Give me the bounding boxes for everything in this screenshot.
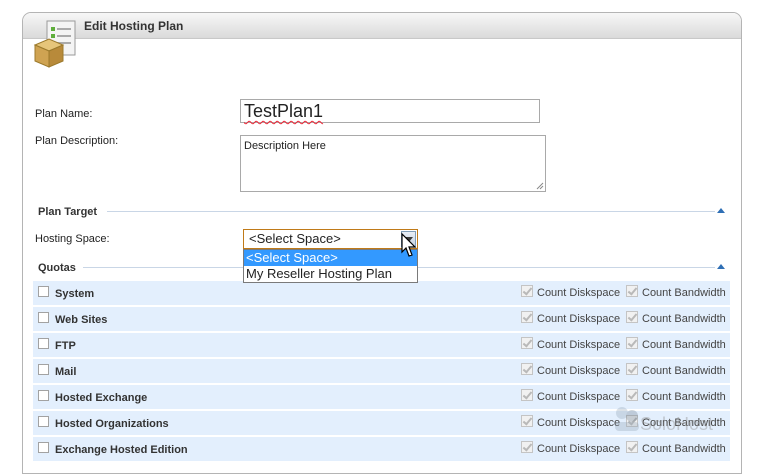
count-diskspace-label: Count Diskspace: [537, 287, 621, 299]
collapse-arrow-icon[interactable]: [717, 208, 725, 213]
count-bandwidth-checkbox: [626, 441, 638, 453]
count-bandwidth-label: Count Bandwidth: [642, 313, 726, 325]
quota-checkbox[interactable]: [38, 442, 49, 453]
plan-description-value: Description Here: [244, 140, 326, 152]
count-diskspace-label: Count Diskspace: [537, 417, 621, 429]
plan-name-input[interactable]: TestPlan1: [240, 99, 540, 123]
count-bandwidth-checkbox: [626, 337, 638, 349]
count-bandwidth-checkbox: [626, 311, 638, 323]
count-diskspace-checkbox: [521, 285, 533, 297]
count-diskspace-label: Count Diskspace: [537, 313, 621, 325]
count-diskspace-checkbox: [521, 441, 533, 453]
hosting-space-selected: <Select Space>: [249, 231, 341, 246]
count-bandwidth-checkbox: [626, 389, 638, 401]
quota-row: Exchange Hosted Edition Count Diskspace …: [33, 437, 730, 461]
dropdown-option[interactable]: <Select Space>: [244, 250, 417, 266]
count-bandwidth-label: Count Bandwidth: [642, 365, 726, 377]
count-bandwidth-label: Count Bandwidth: [642, 443, 726, 455]
quota-name: Mail: [55, 366, 77, 378]
collapse-arrow-icon[interactable]: [717, 264, 725, 269]
count-diskspace-label: Count Diskspace: [537, 339, 621, 351]
count-bandwidth-checkbox: [626, 363, 638, 375]
count-diskspace-checkbox: [521, 363, 533, 375]
section-divider: [107, 211, 715, 212]
dropdown-option[interactable]: My Reseller Hosting Plan: [244, 266, 417, 282]
count-diskspace-checkbox: [521, 337, 533, 349]
count-bandwidth-label: Count Bandwidth: [642, 287, 726, 299]
count-bandwidth-label: Count Bandwidth: [642, 391, 726, 403]
watermark-text: SoloHost: [640, 414, 714, 434]
quota-row: Web Sites Count Diskspace Count Bandwidt…: [33, 307, 730, 331]
watermark-logo-icon: [615, 407, 639, 431]
plan-name-value: TestPlan1: [244, 101, 324, 121]
count-diskspace-checkbox: [521, 415, 533, 427]
quota-row: System Count Diskspace Count Bandwidth: [33, 281, 730, 305]
quota-checkbox[interactable]: [38, 416, 49, 427]
count-diskspace-checkbox: [521, 389, 533, 401]
count-diskspace-label: Count Diskspace: [537, 391, 621, 403]
quota-checkbox[interactable]: [38, 390, 49, 401]
quota-name: Exchange Hosted Edition: [55, 444, 188, 456]
plan-target-title: Plan Target: [38, 206, 98, 218]
hosting-space-select[interactable]: <Select Space>: [243, 229, 418, 249]
resize-grip-icon[interactable]: [536, 182, 544, 190]
hosting-space-dropdown: <Select Space> My Reseller Hosting Plan: [243, 249, 418, 283]
hosting-space-label: Hosting Space:: [35, 233, 110, 245]
quota-checkbox[interactable]: [38, 338, 49, 349]
count-bandwidth-label: Count Bandwidth: [642, 339, 726, 351]
quota-name: Hosted Exchange: [55, 392, 148, 404]
plan-description-label: Plan Description:: [35, 135, 119, 147]
quota-name: FTP: [55, 340, 76, 352]
quota-row: FTP Count Diskspace Count Bandwidth: [33, 333, 730, 357]
quota-name: Hosted Organizations: [55, 418, 169, 430]
quota-name: Web Sites: [55, 314, 108, 326]
quota-checkbox[interactable]: [38, 312, 49, 323]
quota-checkbox[interactable]: [38, 364, 49, 375]
quotas-title: Quotas: [38, 262, 76, 274]
quota-row: Mail Count Diskspace Count Bandwidth: [33, 359, 730, 383]
count-bandwidth-checkbox: [626, 285, 638, 297]
panel-header: Edit Hosting Plan: [23, 13, 741, 39]
quota-checkbox[interactable]: [38, 286, 49, 297]
plan-box-icon: [33, 20, 76, 68]
count-diskspace-label: Count Diskspace: [537, 443, 621, 455]
plan-description-textarea[interactable]: Description Here: [240, 135, 546, 192]
quota-name: System: [55, 288, 95, 300]
mouse-pointer-icon: [401, 232, 417, 257]
panel-title: Edit Hosting Plan: [84, 19, 184, 33]
count-diskspace-label: Count Diskspace: [537, 365, 621, 377]
plan-name-label: Plan Name:: [35, 108, 93, 120]
count-diskspace-checkbox: [521, 311, 533, 323]
